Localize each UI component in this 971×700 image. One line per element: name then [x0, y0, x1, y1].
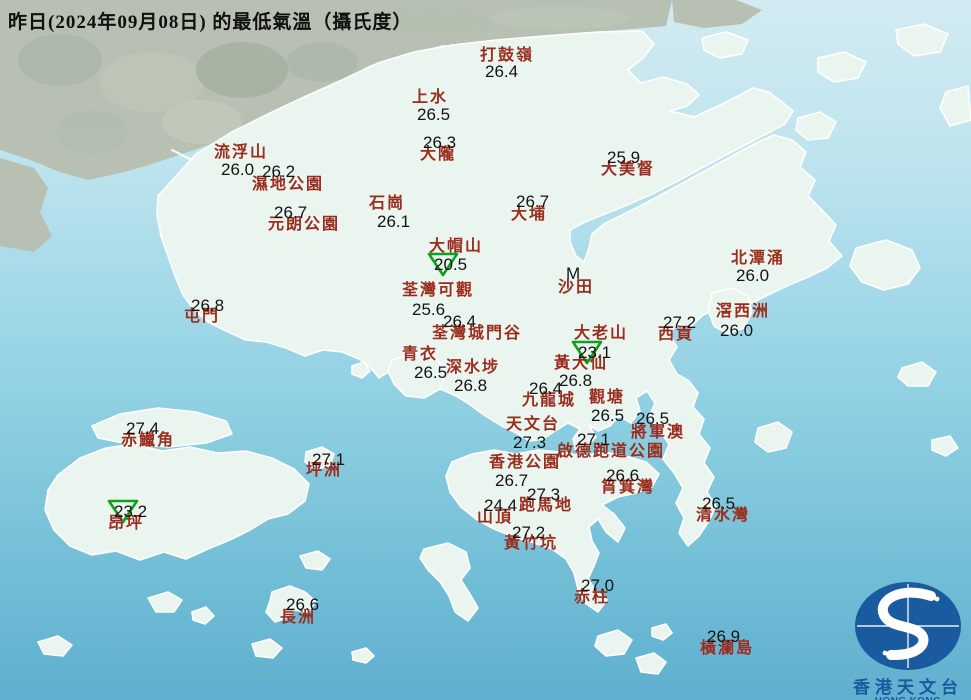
station-value: 23.1 — [578, 343, 612, 362]
station-value: 26.9 — [707, 627, 741, 646]
station-value: 26.5 — [636, 409, 670, 428]
station-label: 滘西洲 — [716, 303, 771, 320]
station-value: 27.3 — [513, 433, 547, 452]
station-value: 27.4 — [126, 419, 160, 438]
station-label: 香港公園 — [489, 454, 562, 471]
station-value: 26.7 — [495, 471, 529, 490]
station-value: 27.2 — [512, 523, 546, 542]
station-label: 天文台 — [506, 416, 561, 433]
station-label: 青衣 — [402, 346, 439, 363]
station-value: 26.8 — [454, 376, 488, 395]
station-value: 26.6 — [286, 595, 320, 614]
station-value: 27.2 — [663, 313, 697, 332]
hko-name-chinese: 香港天文台 — [853, 678, 963, 697]
lantau-island — [44, 443, 310, 561]
station-value: 26.1 — [377, 212, 411, 231]
station-value: 26.7 — [516, 192, 550, 211]
station-value: 26.2 — [262, 162, 296, 181]
station-value: 26.5 — [591, 406, 625, 425]
hko-min-temperature-map: 昨日(2024年09月08日) 的最低氣溫（攝氏度） 26.4 打鼓嶺 26.5 上水… — [0, 0, 971, 700]
station-label: 流浮山 — [214, 144, 269, 161]
station-label: 觀塘 — [589, 389, 626, 406]
station-value: 26.0 — [736, 266, 770, 285]
station-label: 啟德跑道公園 — [557, 443, 666, 460]
station-label: 大帽山 — [429, 238, 484, 255]
station-value: 26.8 — [559, 371, 593, 390]
station-value: 26.0 — [221, 160, 255, 179]
station-value: 27.1 — [312, 450, 346, 469]
station-value: 27.1 — [577, 430, 611, 449]
station-value: 24.4 — [484, 496, 518, 515]
station-label: 大老山 — [574, 325, 629, 342]
station-value: 23.2 — [114, 502, 148, 521]
station-label: 石崗 — [369, 195, 406, 212]
station-value: 26.5 — [702, 494, 736, 513]
station-value: 26.4 — [443, 312, 477, 331]
station-value: 26.4 — [529, 379, 563, 398]
station-value: M — [566, 264, 581, 283]
station-label: 北潭涌 — [731, 250, 786, 267]
station-value: 25.6 — [412, 300, 446, 319]
station-value: 26.5 — [414, 363, 448, 382]
station-value: 26.4 — [485, 62, 519, 81]
station-value: 26.5 — [417, 105, 451, 124]
station-label: 深水埗 — [446, 359, 501, 376]
station-value: 25.9 — [607, 148, 641, 167]
station-value: 20.5 — [434, 255, 468, 274]
station-value: 27.3 — [527, 485, 561, 504]
station-value: 26.3 — [423, 133, 457, 152]
station-value: 26.8 — [191, 296, 225, 315]
page-title: 昨日(2024年09月08日) 的最低氣溫（攝氏度） — [8, 12, 413, 33]
station-value: 26.7 — [274, 203, 308, 222]
station-value: 26.6 — [606, 466, 640, 485]
station-label: 上水 — [412, 89, 449, 106]
station-value: 27.0 — [581, 576, 615, 595]
hong-kong-basemap — [0, 0, 971, 675]
station-value: 26.0 — [720, 321, 754, 340]
hko-logo: 香港天文台 HONG KONG OBSERVATORY — [845, 580, 971, 700]
station-label: 荃灣可觀 — [402, 282, 475, 299]
hko-typhoon-emblem — [855, 582, 961, 670]
